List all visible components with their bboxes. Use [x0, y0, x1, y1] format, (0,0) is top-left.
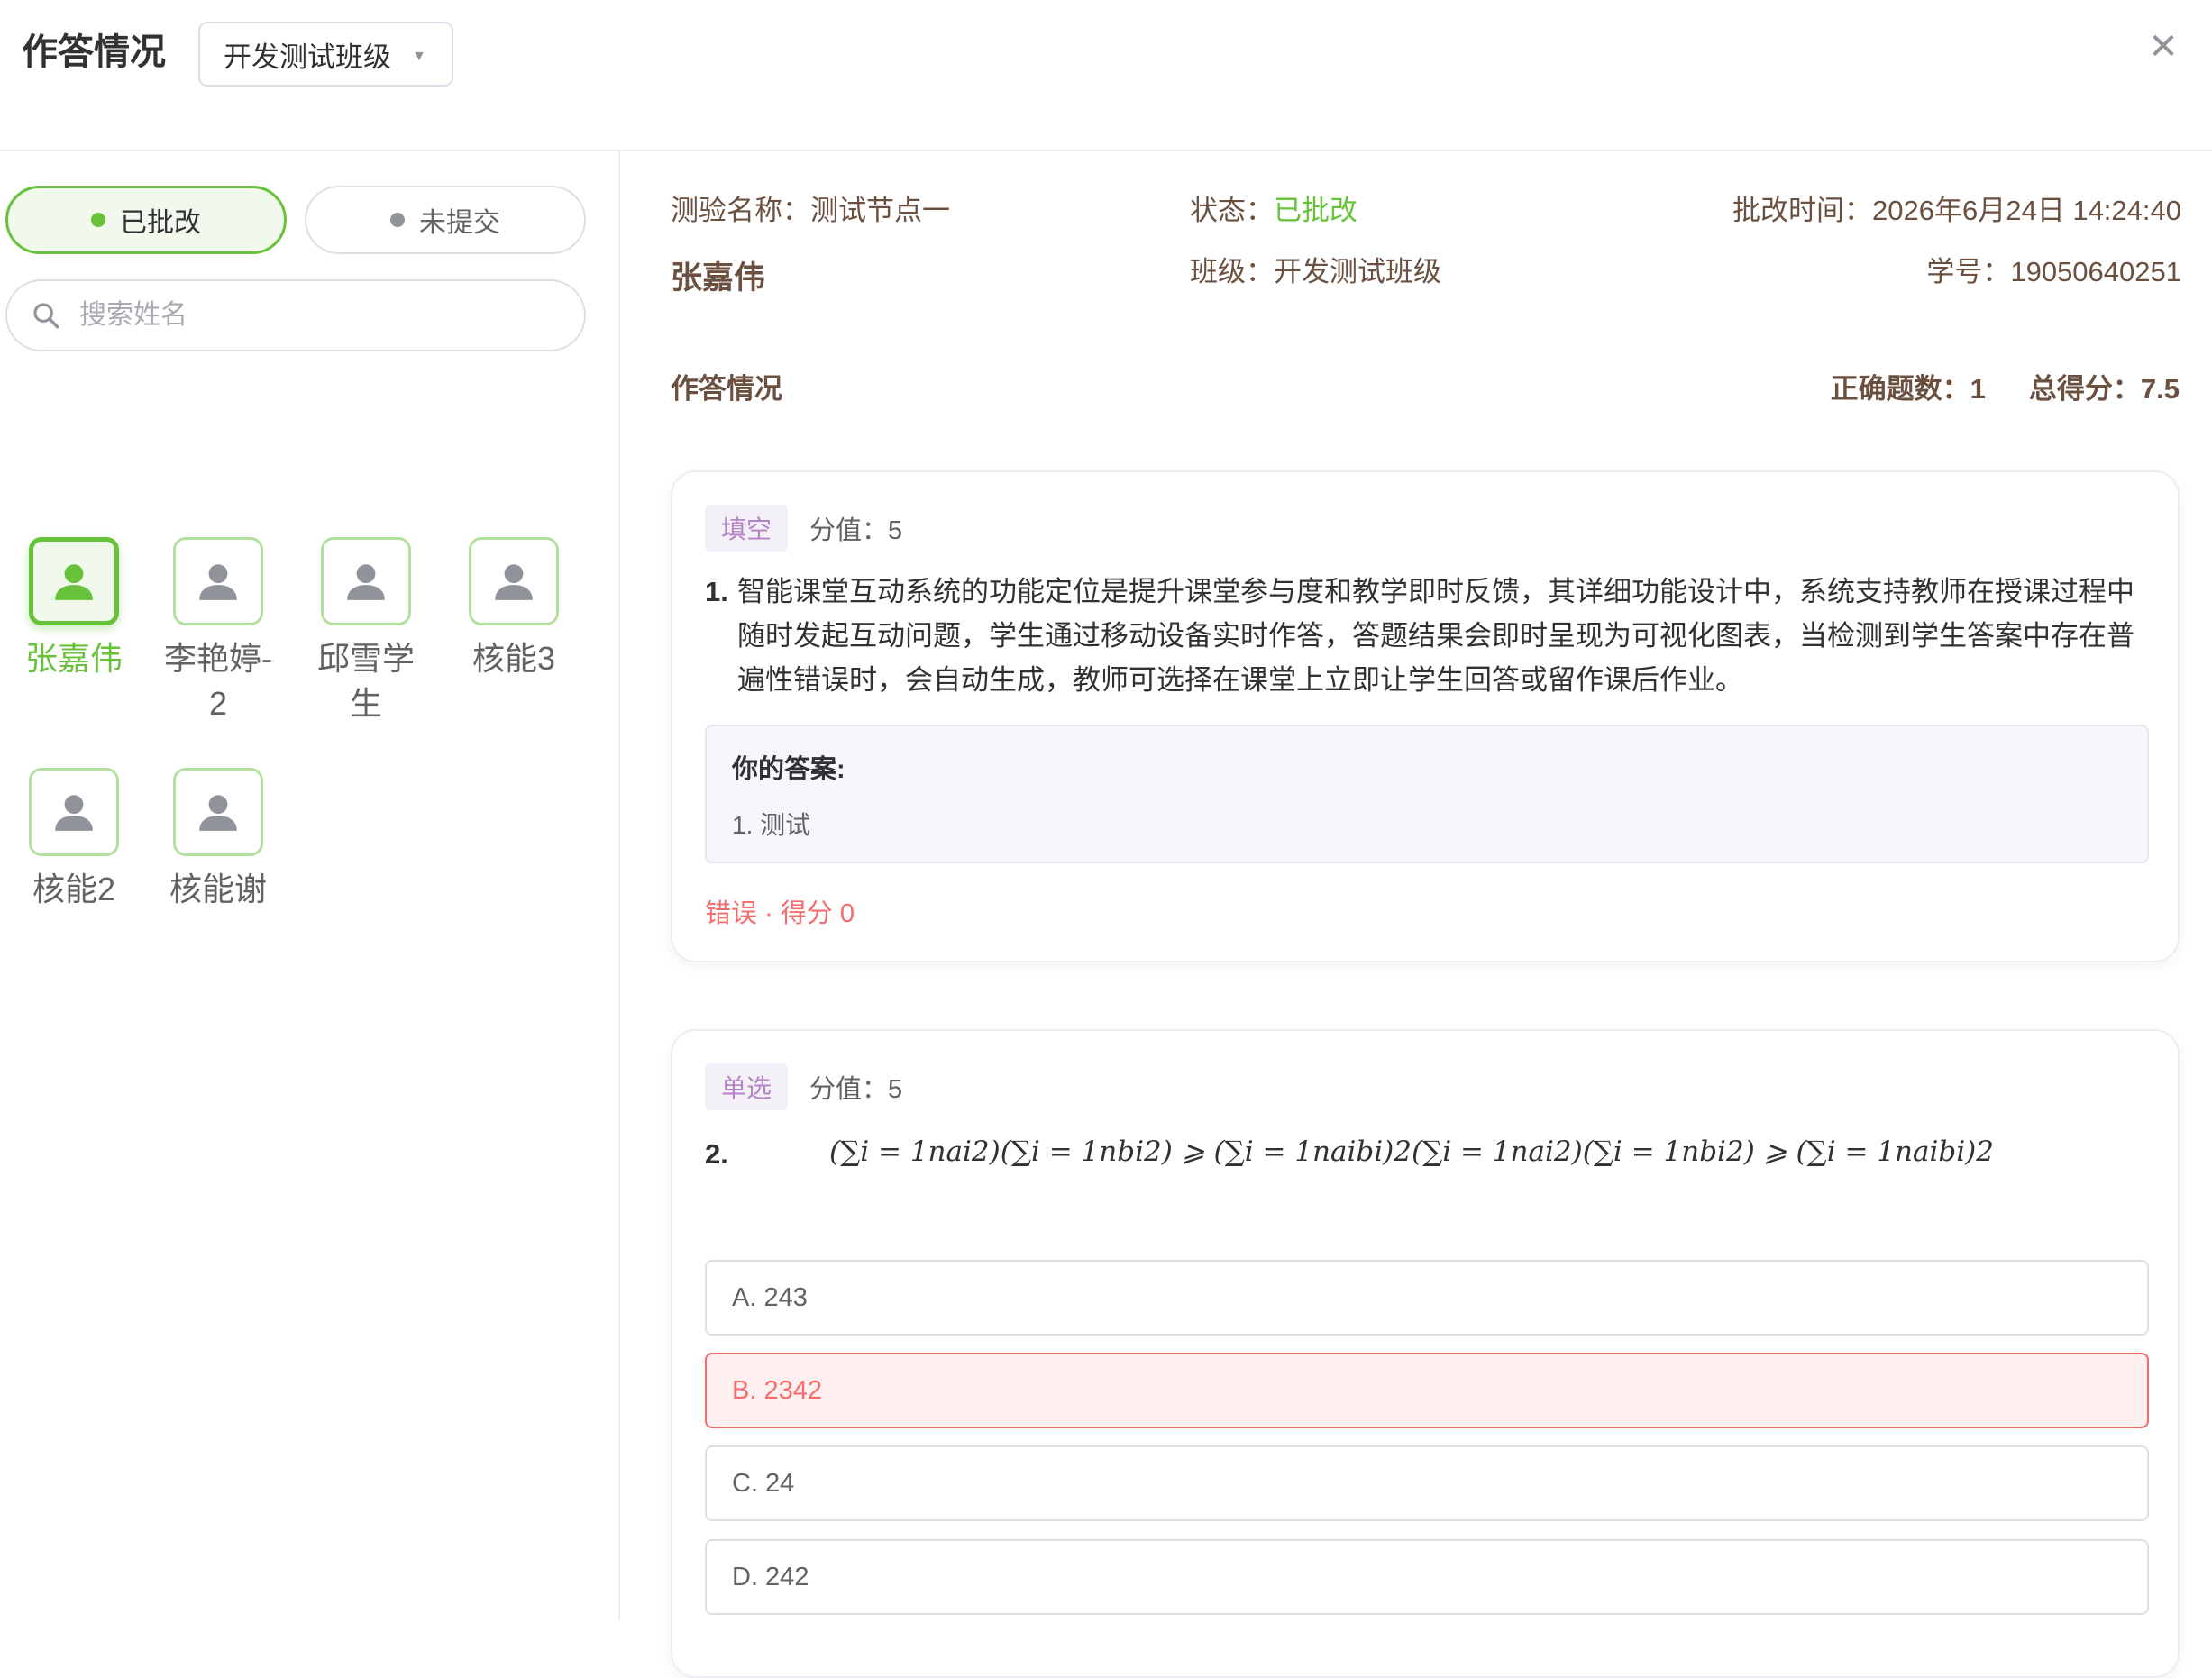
- class-field: 班级：开发测试班级: [1190, 254, 1441, 290]
- class-select[interactable]: 开发测试班级 ▼: [198, 22, 453, 87]
- status-value: 已批改: [1274, 195, 1357, 226]
- student-name: 李艳婷-2: [164, 640, 272, 722]
- student-name: 核能谢: [169, 871, 267, 907]
- student-name: 核能2: [32, 871, 116, 907]
- option-d[interactable]: D. 242: [705, 1539, 2149, 1615]
- filter-graded-button[interactable]: 已批改: [5, 186, 287, 254]
- student-item[interactable]: 核能3: [440, 537, 588, 681]
- avatar: [321, 537, 411, 625]
- option-label: A. 243: [732, 1282, 808, 1312]
- question-score: 分值：5: [809, 516, 903, 545]
- student-item[interactable]: 核能2: [0, 768, 148, 912]
- caret-down-icon: ▼: [412, 49, 426, 64]
- close-icon[interactable]: ✕: [2143, 27, 2183, 67]
- question-text: 智能课堂互动系统的功能定位是提升课堂参与度和教学即时反馈，其详细功能设计中，系统…: [737, 576, 2134, 696]
- graded-time-label: 批改时间：: [1732, 195, 1873, 226]
- class-label: 班级：: [1190, 256, 1274, 287]
- answer-detail-panel: 测验名称：测试节点一 状态：已批改 批改时间：2026年6月24日 14:24:…: [622, 151, 2212, 1678]
- avatar: [173, 537, 263, 625]
- user-icon: [55, 795, 93, 831]
- user-icon: [55, 564, 93, 600]
- student-id-label: 学号：: [1926, 256, 2011, 287]
- score-summary: 正确题数：1 总得分：7.5: [1831, 366, 2180, 406]
- status-dot-icon: [91, 213, 105, 227]
- quiz-name-label: 测验名称：: [671, 195, 810, 226]
- student-name: 邱雪学生: [316, 640, 415, 722]
- student-item[interactable]: 李艳婷-2: [144, 537, 292, 726]
- search-input[interactable]: [79, 300, 566, 331]
- question-stem: 1. 智能课堂互动系统的功能定位是提升课堂参与度和教学即时反馈，其详细功能设计中…: [705, 570, 2147, 702]
- question-header: 填空 分值：5: [705, 505, 902, 552]
- option-b[interactable]: B. 2342: [705, 1353, 2149, 1428]
- section-title: 作答情况: [671, 373, 782, 405]
- correct-count: 正确题数：1: [1830, 373, 1986, 405]
- total-score: 总得分：7.5: [2028, 373, 2180, 405]
- question-score: 分值：5: [809, 1075, 903, 1104]
- filter-graded-label: 已批改: [120, 208, 201, 238]
- search-icon: [33, 303, 59, 329]
- student-name: 张嘉伟: [24, 640, 123, 677]
- option-label: B. 2342: [732, 1375, 822, 1405]
- question-type-badge: 填空: [705, 505, 789, 552]
- graded-time-value: 2026年6月24日 14:24:40: [1872, 195, 2181, 226]
- status-label: 状态：: [1190, 195, 1274, 226]
- status-field: 状态：已批改: [1190, 193, 1357, 229]
- student-item[interactable]: 核能谢: [144, 768, 292, 912]
- avatar: [29, 537, 119, 625]
- your-answer-value: 1. 测试: [732, 811, 811, 839]
- user-icon: [347, 564, 385, 600]
- dialog-title: 作答情况: [22, 32, 166, 72]
- avatar: [173, 768, 263, 856]
- avatar: [469, 537, 559, 625]
- quiz-name-field: 测验名称：测试节点一: [671, 193, 950, 229]
- your-answer-box: 你的答案: 1. 测试: [705, 725, 2149, 863]
- user-icon: [199, 795, 237, 831]
- quiz-name-value: 测试节点一: [810, 195, 950, 226]
- option-label: C. 24: [732, 1468, 795, 1498]
- status-dot-icon: [390, 213, 405, 227]
- student-item[interactable]: 张嘉伟: [0, 537, 148, 681]
- option-c[interactable]: C. 24: [705, 1445, 2149, 1521]
- filter-unsubmitted-button[interactable]: 未提交: [305, 186, 586, 254]
- student-name-title: 张嘉伟: [671, 260, 766, 296]
- student-sidebar: 已批改 未提交 张嘉伟 李艳婷-2 邱雪学生: [0, 151, 620, 1619]
- student-item[interactable]: 邱雪学生: [292, 537, 440, 726]
- your-answer-label: 你的答案:: [732, 755, 845, 784]
- student-id-field: 学号：19050640251: [1926, 254, 2181, 290]
- option-label: D. 242: [732, 1562, 809, 1591]
- question-header: 单选 分值：5: [705, 1063, 902, 1110]
- question-number: 1.: [705, 576, 728, 607]
- filter-unsubmitted-label: 未提交: [419, 208, 500, 238]
- search-box: [5, 279, 586, 351]
- graded-time-field: 批改时间：2026年6月24日 14:24:40: [1732, 193, 2181, 229]
- question-type-badge: 单选: [705, 1063, 789, 1110]
- student-id-value: 19050640251: [2010, 256, 2181, 287]
- avatar: [29, 768, 119, 856]
- user-icon: [199, 564, 237, 600]
- class-select-value: 开发测试班级: [224, 41, 391, 73]
- question-card: 填空 分值：5 1. 智能课堂互动系统的功能定位是提升课堂参与度和教学即时反馈，…: [671, 470, 2180, 962]
- option-a[interactable]: A. 243: [705, 1260, 2149, 1336]
- math-formula: (∑i = 1nai2)(∑i = 1nbi2) ⩾ (∑i = 1naibi)…: [829, 1135, 1994, 1168]
- class-value: 开发测试班级: [1274, 256, 1441, 287]
- question-card: 单选 分值：5 2. (∑i = 1nai2)(∑i = 1nbi2) ⩾ (∑…: [671, 1029, 2180, 1678]
- question-number: 2.: [705, 1138, 728, 1170]
- dialog-header: 作答情况 开发测试班级 ▼ ✕: [0, 0, 2212, 151]
- user-icon: [495, 564, 533, 600]
- result-text: 错误 · 得分 0: [705, 899, 855, 928]
- student-name: 核能3: [471, 640, 556, 677]
